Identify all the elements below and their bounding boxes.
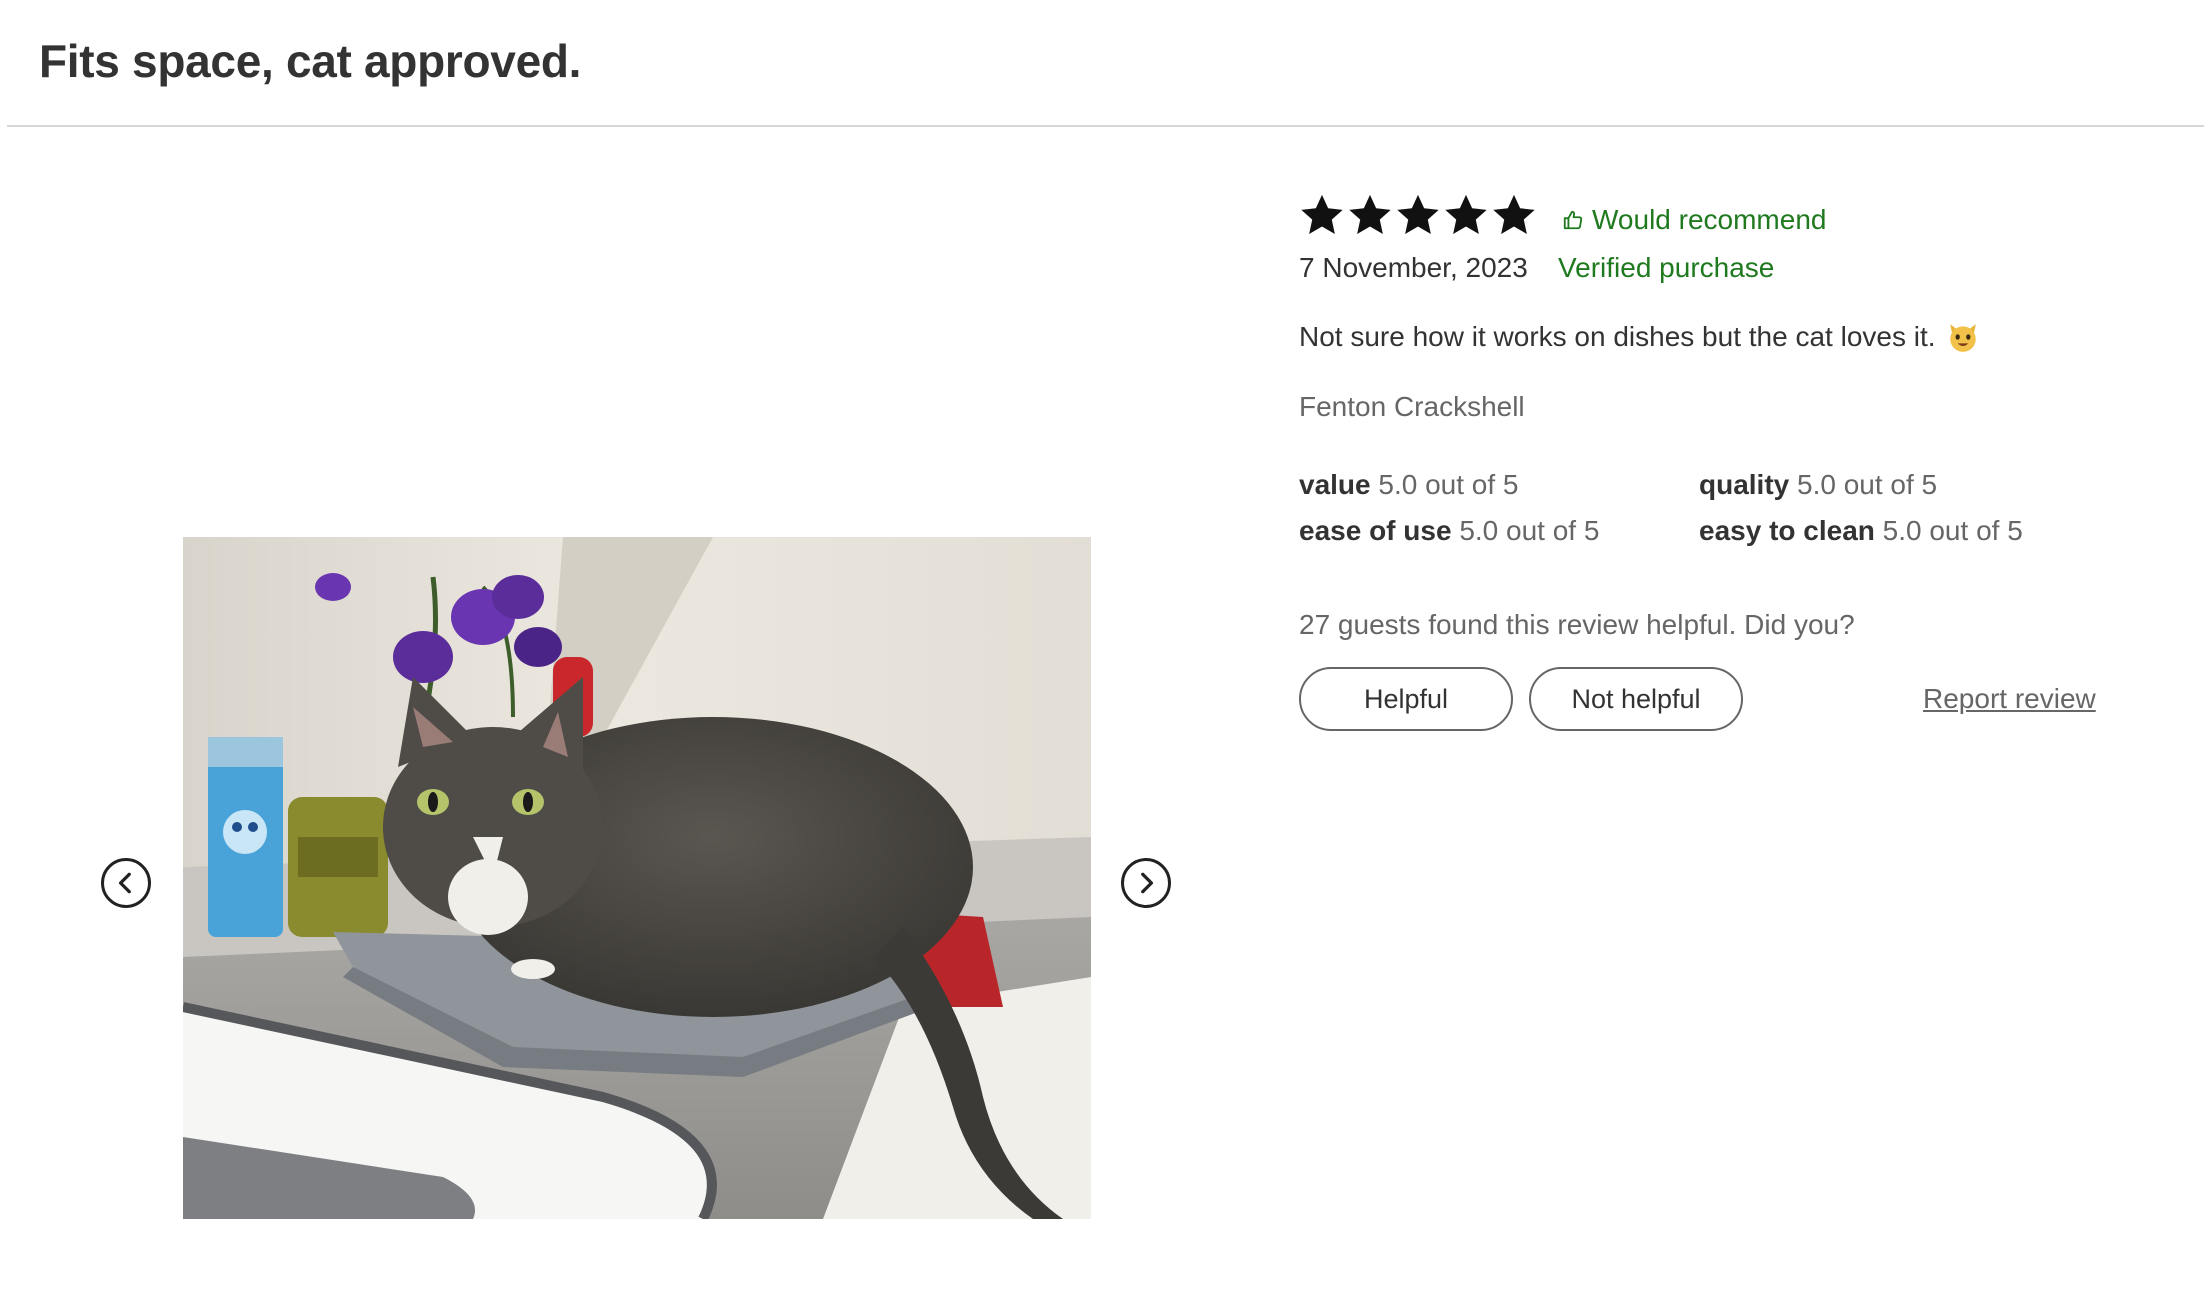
thumbs-up-icon	[1563, 210, 1583, 230]
next-photo-button[interactable]	[1121, 858, 1171, 908]
chevron-left-icon	[118, 872, 131, 894]
star-icon	[1301, 194, 1343, 234]
rating-quality: quality 5.0 out of 5	[1699, 469, 1937, 501]
review-title: Fits space, cat approved.	[39, 35, 582, 87]
rating-label: ease of use	[1299, 515, 1452, 546]
rating-value: value 5.0 out of 5	[1299, 469, 1519, 501]
report-review-link[interactable]: Report review	[1923, 683, 2096, 715]
rating-label: quality	[1699, 469, 1790, 500]
would-recommend-badge: Would recommend	[1562, 204, 1826, 236]
star-icon	[1397, 194, 1439, 234]
previous-photo-button[interactable]	[101, 858, 151, 908]
review-author: Fenton Crackshell	[1299, 391, 1525, 422]
rating-score: 5.0 out of 5	[1797, 469, 1938, 500]
cat-photo-image	[183, 537, 1091, 1219]
chevron-right-icon	[1141, 872, 1154, 894]
review-body: Not sure how it works on dishes but the …	[1299, 320, 1980, 354]
star-icon	[1445, 194, 1487, 234]
star-rating	[1299, 192, 1537, 238]
would-recommend-label: Would recommend	[1592, 204, 1827, 235]
divider	[7, 125, 2204, 127]
star-icon	[1349, 194, 1391, 234]
rating-label: easy to clean	[1699, 515, 1875, 546]
helpful-count-text: 27 guests found this review helpful. Did…	[1299, 609, 1855, 640]
review-text: Not sure how it works on dishes but the …	[1299, 321, 1936, 352]
cat-face-icon	[1949, 324, 1976, 352]
not-helpful-button[interactable]: Not helpful	[1529, 667, 1743, 731]
review-date: 7 November, 2023	[1299, 252, 1528, 283]
rating-ease-of-use: ease of use 5.0 out of 5	[1299, 515, 1599, 547]
rating-score: 5.0 out of 5	[1378, 469, 1519, 500]
rating-score: 5.0 out of 5	[1882, 515, 2023, 546]
helpful-button[interactable]: Helpful	[1299, 667, 1513, 731]
review-photo[interactable]	[183, 537, 1091, 1219]
rating-score: 5.0 out of 5	[1459, 515, 1600, 546]
rating-easy-to-clean: easy to clean 5.0 out of 5	[1699, 515, 2023, 547]
rating-label: value	[1299, 469, 1371, 500]
star-icon	[1493, 194, 1535, 234]
verified-purchase-badge: Verified purchase	[1558, 252, 1775, 283]
